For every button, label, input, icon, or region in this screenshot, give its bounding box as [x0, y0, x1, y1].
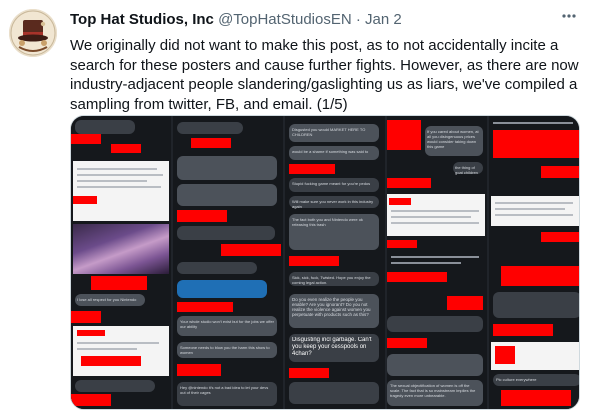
- message-text: The sexual objectification of women is o…: [390, 383, 476, 398]
- message-bubble: [75, 380, 155, 392]
- message-bubble: [177, 280, 267, 298]
- redaction-box: [447, 296, 483, 310]
- display-name[interactable]: Top Hat Studios, Inc: [70, 11, 214, 28]
- redaction-box: [111, 144, 141, 153]
- text-line: [77, 186, 161, 188]
- redaction-box: [387, 338, 427, 348]
- text-line: [391, 216, 471, 218]
- message-text: Stupid fucking game meant for you're ped…: [292, 181, 371, 186]
- redaction-box: [177, 302, 233, 312]
- redaction-box: [71, 394, 111, 406]
- redaction-box: [191, 138, 231, 148]
- message-bubble: [177, 226, 275, 240]
- message-text: Hey @nintendo it's not a bad idea to let…: [180, 385, 269, 395]
- redaction-box: [389, 198, 411, 205]
- text-line: [495, 202, 573, 204]
- redaction-box: [177, 364, 221, 376]
- redaction-box: [541, 166, 579, 178]
- redaction-box: [73, 196, 97, 204]
- redaction-box: [177, 210, 227, 222]
- message-text: Someone needs to blow you the harm this …: [180, 345, 270, 355]
- text-line: [493, 122, 573, 124]
- text-line: [495, 208, 565, 210]
- text-line: [77, 348, 137, 350]
- redaction-box: [71, 134, 101, 144]
- message-bubble: [289, 382, 379, 404]
- message-text: Your whole studio won't exist but for th…: [180, 319, 274, 329]
- user-handle[interactable]: @TopHatStudiosEN: [218, 11, 352, 28]
- text-line: [77, 174, 163, 176]
- message-text: would be a shame if something was said t…: [292, 149, 369, 154]
- more-horizontal-icon[interactable]: [557, 7, 581, 27]
- redaction-box: [387, 178, 431, 188]
- redaction-box: [91, 276, 147, 290]
- redaction-box: [221, 244, 281, 256]
- message-bubble: [493, 292, 579, 318]
- text-line: [391, 222, 479, 224]
- redaction-box: [289, 164, 335, 174]
- text-line: [495, 214, 573, 216]
- redaction-box: [541, 232, 579, 242]
- tweet-date[interactable]: Jan 2: [365, 11, 402, 28]
- promo-artwork: [73, 224, 169, 274]
- tweet-text: We originally did not want to make this …: [70, 37, 579, 113]
- text-line: [77, 342, 159, 344]
- message-bubble: [177, 262, 257, 274]
- redaction-box: [495, 346, 515, 364]
- message-text: If you cared about women, at all you dis…: [427, 129, 479, 149]
- text-line: [391, 210, 479, 212]
- text-line: [391, 262, 461, 264]
- message-text: Pic culture everywhere: [496, 377, 537, 382]
- redaction-box: [493, 324, 553, 336]
- redaction-box: [71, 311, 101, 323]
- redaction-box: [289, 368, 329, 378]
- message-bubble: [177, 122, 243, 134]
- message-text: Sick, sick, fuck, Twisted. Hope you enjo…: [292, 275, 371, 285]
- avatar[interactable]: [9, 9, 57, 57]
- screenshot-panel: [73, 161, 169, 221]
- tweet-header: Top Hat Studios, Inc @TopHatStudiosEN · …: [70, 11, 581, 31]
- text-line: [77, 168, 157, 170]
- redaction-box: [501, 390, 571, 406]
- message-text: Disgusted you would MARKET HERE TO CHILD…: [292, 127, 366, 137]
- top-hat-logo-icon: [9, 9, 57, 57]
- text-line: [391, 256, 479, 258]
- message-bubble: [177, 184, 277, 206]
- message-text: Do you even realize the people you enabl…: [292, 297, 371, 317]
- redaction-box: [501, 266, 579, 286]
- redaction-box: [387, 240, 417, 248]
- message-bubble: [387, 316, 483, 332]
- redaction-box: [387, 120, 421, 150]
- message-bubble: [177, 156, 277, 180]
- redaction-box: [493, 130, 579, 158]
- redaction-box: [81, 356, 141, 366]
- message-bubble: [387, 354, 483, 376]
- message-text: I lose all respect for you Nintendo: [77, 297, 137, 302]
- message-text: Disgusting incl garbage. Can't you keep …: [292, 337, 372, 357]
- message-bubble: [75, 120, 135, 134]
- screenshot-panel: [491, 196, 579, 226]
- tweet-image[interactable]: I lose all respect for you Nintendo Your…: [70, 115, 580, 410]
- redaction-box: [289, 256, 339, 266]
- message-text: The fact both you and Nintendo were ok r…: [292, 217, 363, 227]
- text-line: [77, 180, 147, 182]
- redaction-box: [387, 272, 447, 282]
- redaction-box: [77, 330, 105, 336]
- message-text: Will make sure you never work in this in…: [292, 199, 374, 209]
- message-text: the thing of goat children: [455, 165, 478, 175]
- separator-dot: ·: [355, 11, 361, 28]
